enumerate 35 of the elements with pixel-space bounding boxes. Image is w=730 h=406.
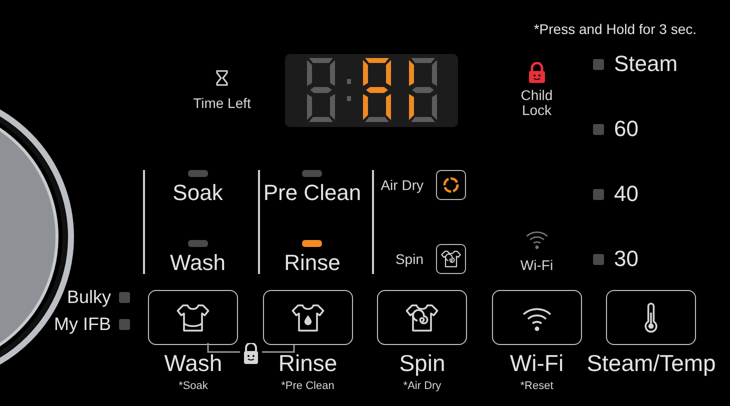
button-label: Spin	[399, 352, 446, 375]
option-label: My IFB	[54, 315, 111, 333]
temperature-label: 40	[614, 181, 638, 207]
button-sublabel: *Reset	[520, 380, 554, 392]
stage-label: Air Dry	[380, 178, 424, 192]
shirt-swirl-icon	[440, 248, 462, 270]
program-button[interactable]	[262, 290, 353, 345]
stage-label: Soak	[172, 182, 223, 204]
wifi-label: Wi-Fi	[520, 258, 554, 272]
child-lock-label: Child Lock	[520, 88, 553, 118]
stage-label: Wash	[170, 252, 226, 274]
button-sublabel: *Soak	[178, 380, 208, 392]
button-sublabel: *Air Dry	[403, 380, 442, 392]
stage-label: Spin	[395, 252, 424, 266]
program-button[interactable]	[492, 290, 582, 345]
ring-icon	[440, 175, 460, 195]
time-left-label: Time Left	[193, 96, 251, 110]
button-label: Steam/Temp	[586, 352, 716, 375]
stage-icon-button[interactable]	[436, 244, 466, 274]
stage-label: Pre Clean	[263, 182, 362, 204]
stage-label: Rinse	[284, 252, 340, 274]
program-button[interactable]	[377, 290, 468, 345]
hourglass-icon	[216, 70, 228, 86]
temperature-label: 30	[614, 246, 638, 272]
temperature-label: Steam	[614, 51, 678, 77]
temperature-label: 60	[614, 116, 638, 142]
button-sublabel: *Pre Clean	[281, 380, 334, 392]
button-label: Wi-Fi	[510, 352, 564, 375]
program-button[interactable]	[148, 290, 238, 345]
option-label: Bulky	[66, 288, 111, 306]
stage-icon-button[interactable]	[436, 170, 466, 200]
button-label: Wash	[164, 352, 222, 375]
button-label: Rinse	[278, 352, 338, 375]
press-hold-note: *Press and Hold for 3 sec.	[534, 21, 696, 37]
program-button[interactable]	[606, 290, 696, 345]
